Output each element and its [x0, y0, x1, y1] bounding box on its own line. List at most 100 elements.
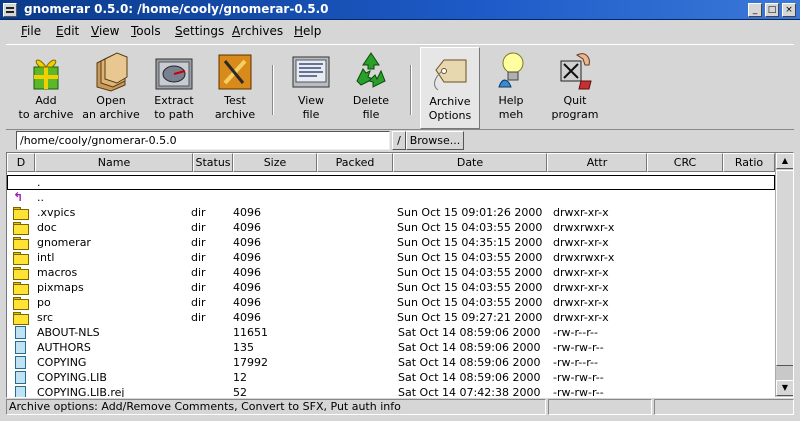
file-date: Sun Oct 15 09:01:26 2000 — [397, 206, 543, 219]
close-button[interactable]: × — [782, 3, 796, 17]
list-item[interactable]: ABOUT-NLS 11651 Sat Oct 14 08:59:06 2000… — [7, 325, 775, 340]
file-name: COPYING — [37, 356, 87, 369]
file-date: Sun Oct 15 04:03:55 2000 — [397, 221, 543, 234]
list-item[interactable]: doc dir 4096 Sun Oct 15 04:03:55 2000 dr… — [7, 220, 775, 235]
scroll-down-arrow-icon[interactable]: ▼ — [776, 380, 793, 396]
path-input[interactable]: /home/cooly/gnomerar-0.5.0 — [16, 131, 390, 150]
file-name: AUTHORS — [37, 341, 91, 354]
file-size: 4096 — [233, 311, 261, 324]
file-attr: -rw-r--r-- — [553, 326, 598, 339]
vertical-scrollbar[interactable]: ▲ ▼ — [775, 153, 793, 397]
menu-archives[interactable]: Archives — [232, 24, 283, 38]
browse-button[interactable]: Browse... — [406, 131, 464, 150]
file-status: dir — [191, 251, 206, 264]
tag-icon — [430, 48, 470, 94]
scroll-up-arrow-icon[interactable]: ▲ — [776, 153, 793, 169]
file-attr: drwxrwxr-x — [553, 221, 615, 234]
delete-file-button[interactable]: Delete file — [346, 47, 396, 129]
column-header-crc[interactable]: CRC — [647, 153, 723, 172]
file-size: 12 — [233, 371, 247, 384]
file-name: intl — [37, 251, 55, 264]
column-header-size[interactable]: Size — [233, 153, 317, 172]
extract-to-path-button[interactable]: Extract to path — [146, 47, 202, 129]
folder-icon — [13, 252, 29, 265]
file-date: Sat Oct 14 08:59:06 2000 — [398, 356, 541, 369]
path-row: /home/cooly/gnomerar-0.5.0 / Browse... — [6, 130, 794, 152]
menu-file[interactable]: File — [21, 24, 41, 38]
column-header-status[interactable]: Status — [193, 153, 233, 172]
scroll-thumb[interactable] — [776, 170, 793, 366]
column-header-packed[interactable]: Packed — [317, 153, 393, 172]
file-date: Sat Oct 14 08:59:06 2000 — [398, 326, 541, 339]
column-header-date[interactable]: Date — [393, 153, 547, 172]
quit-icon — [555, 47, 595, 93]
list-item[interactable]: .xvpics dir 4096 Sun Oct 15 09:01:26 200… — [7, 205, 775, 220]
list-item[interactable]: COPYING 17992 Sat Oct 14 08:59:06 2000 -… — [7, 355, 775, 370]
list-item[interactable]: COPYING.LIB.rej 52 Sat Oct 14 07:42:38 2… — [7, 385, 775, 398]
file-status: dir — [191, 311, 206, 324]
root-path-button[interactable]: / — [392, 131, 406, 150]
list-item[interactable]: pixmaps dir 4096 Sun Oct 15 04:03:55 200… — [7, 280, 775, 295]
menu-bar: File Edit View Tools Settings Archives H… — [6, 21, 794, 43]
file-attr: drwxr-xr-x — [553, 266, 609, 279]
list-item[interactable]: po dir 4096 Sun Oct 15 04:03:55 2000 drw… — [7, 295, 775, 310]
file-status: dir — [191, 296, 206, 309]
file-size: 4096 — [233, 296, 261, 309]
file-attr: -rw-r--r-- — [553, 356, 598, 369]
file-status: dir — [191, 221, 206, 234]
column-header-attr[interactable]: Attr — [547, 153, 647, 172]
folder-icon — [13, 282, 29, 295]
help-button[interactable]: Help meh — [486, 47, 536, 129]
file-size: 4096 — [233, 236, 261, 249]
menu-help[interactable]: Help — [294, 24, 321, 38]
file-size: 4096 — [233, 266, 261, 279]
window-menu-icon[interactable] — [3, 3, 17, 17]
list-item[interactable]: AUTHORS 135 Sat Oct 14 08:59:06 2000 -rw… — [7, 340, 775, 355]
file-status: dir — [191, 281, 206, 294]
minimize-button[interactable]: _ — [748, 3, 762, 17]
file-date: Sat Oct 14 08:59:06 2000 — [398, 341, 541, 354]
file-date: Sun Oct 15 09:27:21 2000 — [397, 311, 543, 324]
maximize-button[interactable]: □ — [765, 3, 779, 17]
view-file-button[interactable]: View file — [286, 47, 336, 129]
status-bar: Archive options: Add/Remove Comments, Co… — [6, 399, 794, 416]
list-item-current-dir[interactable]: . — [7, 175, 775, 190]
file-attr: drwxr-xr-x — [553, 281, 609, 294]
menu-view[interactable]: View — [91, 24, 119, 38]
column-header-ratio[interactable]: Ratio — [723, 153, 775, 172]
open-archive-button[interactable]: Open an archive — [80, 47, 142, 129]
extract-disk-icon — [154, 47, 194, 93]
archive-options-button[interactable]: Archive Options — [420, 47, 480, 129]
file-attr: drwxrwxr-x — [553, 251, 615, 264]
folder-stack-icon — [91, 47, 131, 93]
menu-settings[interactable]: Settings — [175, 24, 224, 38]
column-header-name[interactable]: Name — [35, 153, 193, 172]
menu-tools[interactable]: Tools — [131, 24, 161, 38]
file-attr: drwxr-xr-x — [553, 296, 609, 309]
list-item[interactable]: src dir 4096 Sun Oct 15 09:27:21 2000 dr… — [7, 310, 775, 325]
folder-icon — [13, 267, 29, 280]
list-item-parent-dir[interactable]: ↰ .. — [7, 190, 775, 205]
file-date: Sat Oct 14 08:59:06 2000 — [398, 371, 541, 384]
toolbar-separator — [410, 65, 412, 115]
status-message: Archive options: Add/Remove Comments, Co… — [6, 399, 546, 415]
file-icon — [15, 356, 26, 369]
title-bar: gnomerar 0.5.0: /home/cooly/gnomerar-0.5… — [0, 0, 800, 20]
file-attr: -rw-rw-r-- — [553, 341, 604, 354]
file-attr: -rw-rw-r-- — [553, 371, 604, 384]
lightbulb-icon — [491, 47, 531, 93]
list-item[interactable]: intl dir 4096 Sun Oct 15 04:03:55 2000 d… — [7, 250, 775, 265]
quit-program-button[interactable]: Quit program — [546, 47, 604, 129]
file-size: 4096 — [233, 206, 261, 219]
add-to-archive-button[interactable]: Add to archive — [16, 47, 76, 129]
gift-icon — [26, 47, 66, 93]
file-name: COPYING.LIB.rej — [37, 386, 125, 398]
column-header-d[interactable]: D — [7, 153, 35, 172]
list-item[interactable]: COPYING.LIB 12 Sat Oct 14 08:59:06 2000 … — [7, 370, 775, 385]
test-archive-button[interactable]: Test archive — [208, 47, 262, 129]
list-item[interactable]: macros dir 4096 Sun Oct 15 04:03:55 2000… — [7, 265, 775, 280]
file-list: D Name Status Size Packed Date Attr CRC … — [6, 152, 794, 398]
toolbar-separator — [272, 65, 274, 115]
menu-edit[interactable]: Edit — [56, 24, 79, 38]
list-item[interactable]: gnomerar dir 4096 Sun Oct 15 04:35:15 20… — [7, 235, 775, 250]
